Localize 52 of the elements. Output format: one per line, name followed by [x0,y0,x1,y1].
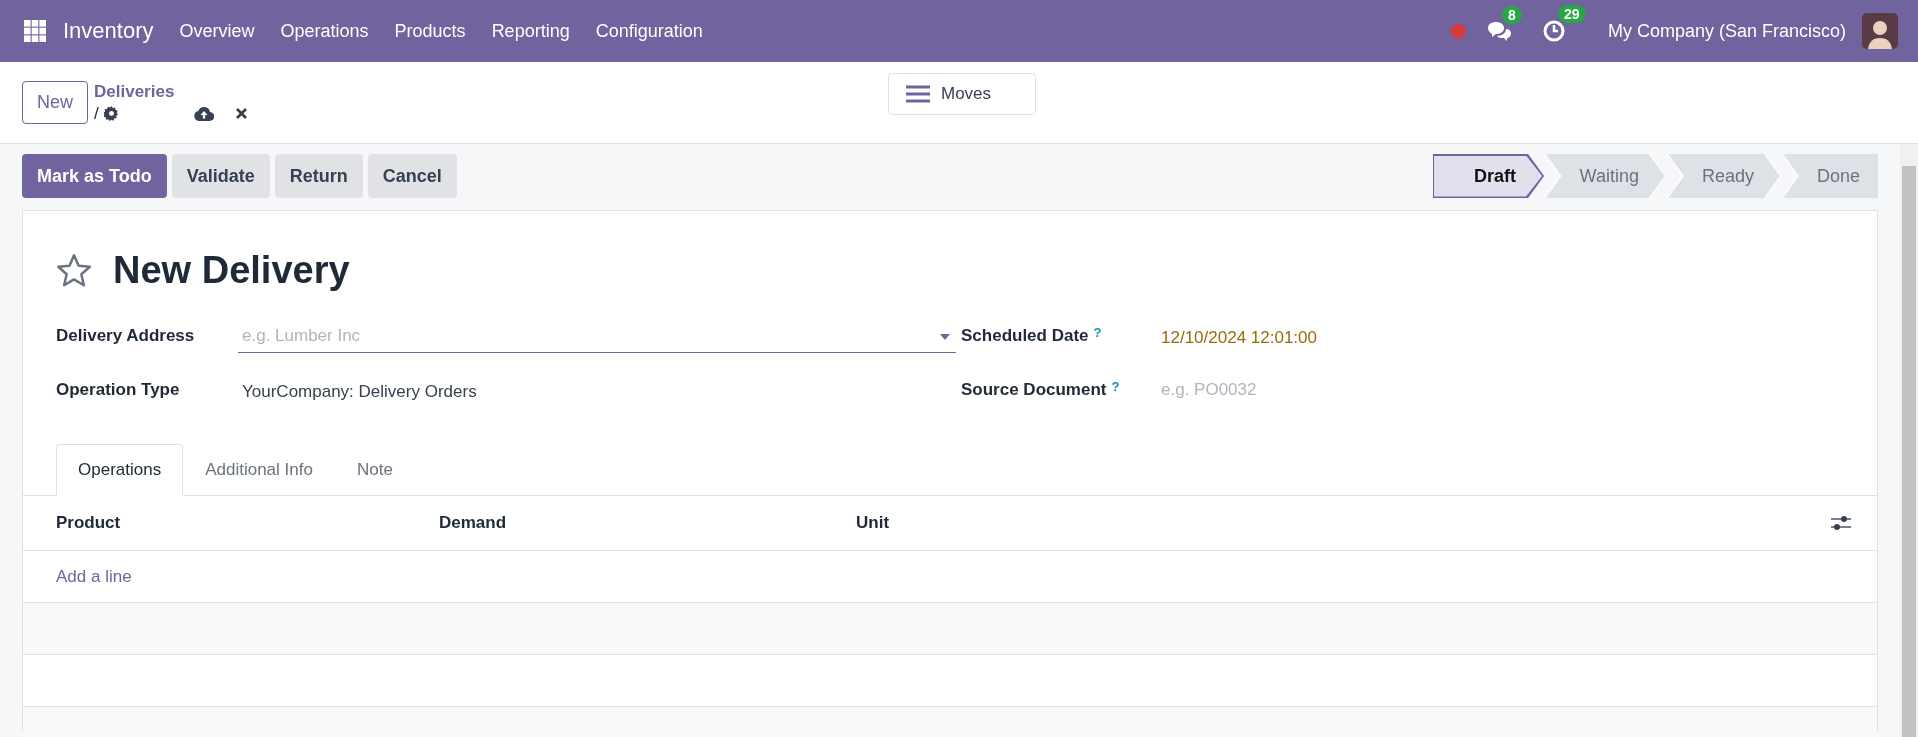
menu-item[interactable]: Products [394,20,466,42]
status-stage[interactable]: Done [1781,154,1878,198]
action-button[interactable]: Return [274,154,363,198]
source-document-field[interactable]: e.g. PO0032 [1161,374,1844,400]
sliders-icon[interactable] [1831,515,1851,531]
action-button[interactable]: Cancel [367,154,457,198]
menu-icon [905,84,931,104]
status-stage[interactable]: Waiting [1544,154,1667,198]
column-header[interactable]: Product [56,513,439,533]
field-label: Delivery Address [56,325,196,346]
status-stage[interactable]: Draft [1432,154,1545,198]
caret-icon [940,334,950,340]
menu-item[interactable]: Configuration [595,20,703,42]
notebook-tab[interactable]: Additional Info [183,444,335,496]
new-button[interactable]: New [22,81,88,124]
help-tooltip[interactable]: ? [1093,326,1102,346]
breadcrumb-link[interactable]: Deliveries [94,81,248,102]
help-tooltip[interactable]: ? [1111,380,1120,400]
delivery-address-field[interactable]: e.g. Lumber Inc [238,320,956,353]
menu-item[interactable]: Operations [280,20,369,42]
field-label: Source Document [961,380,1107,400]
user-avatar[interactable] [1862,13,1898,49]
message-count-badge: 8 [1501,6,1522,24]
notebook-tab[interactable]: Note [334,444,415,496]
field-label: Operation Type [56,379,181,400]
field-label: Scheduled Date [961,326,1089,346]
add-line-link[interactable]: Add a line [56,566,132,587]
close-icon[interactable] [234,107,248,120]
date-field[interactable]: 12/10/2024 12:01:00 [1161,320,1317,348]
app-name[interactable]: Inventory [63,18,154,44]
action-button[interactable]: Validate [171,154,270,198]
status-stage[interactable]: Ready [1666,154,1782,198]
star-icon[interactable] [55,252,93,289]
scrollbar[interactable] [1900,144,1918,737]
menu-item[interactable]: Reporting [491,20,570,42]
field-value[interactable]: YourCompany: Delivery Orders [242,374,477,402]
company-switcher[interactable]: My Company (San Francisco) [1607,20,1846,42]
activity-count-badge: 29 [1557,5,1586,23]
cloud-upload-icon[interactable] [193,105,214,122]
status-dot-icon[interactable] [1450,23,1466,39]
column-header[interactable]: Unit [856,513,890,533]
menu-item[interactable]: Overview [179,20,255,42]
column-header[interactable]: Demand [439,513,856,533]
notebook-tab[interactable]: Operations [56,444,184,496]
chat-icon[interactable] [1485,20,1512,42]
action-button[interactable]: Mark as Todo [22,154,167,198]
settings-icon[interactable] [103,106,119,121]
breadcrumb-separator: / [94,103,99,124]
record-title: New Delivery [113,249,350,292]
app-grid-icon[interactable] [24,20,46,42]
clock-icon[interactable] [1541,19,1566,43]
moves-button[interactable]: Moves [888,73,1037,115]
